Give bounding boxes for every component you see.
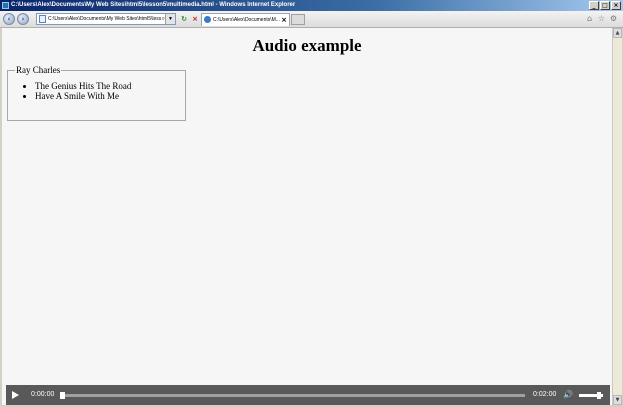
volume-icon[interactable]: 🔊 [563, 390, 573, 400]
back-button[interactable]: ‹ [3, 13, 15, 25]
page-title: Audio example [252, 36, 362, 55]
maximize-button[interactable]: □ [600, 1, 610, 10]
seek-bar[interactable] [62, 394, 525, 397]
tab-close-icon[interactable]: × [281, 14, 287, 26]
address-dropdown-icon[interactable]: ▼ [165, 14, 175, 24]
minimize-button[interactable]: _ [589, 1, 599, 10]
song-item: Have A Smile With Me [35, 91, 185, 101]
favorites-icon[interactable]: ☆ [597, 14, 606, 23]
current-time: 0:00:00 [31, 391, 55, 398]
refresh-icon[interactable]: ↻ [179, 14, 189, 24]
close-window-button[interactable]: × [611, 1, 621, 10]
tab-multimedia[interactable]: C:\Users\Alex\Documents\M... × [201, 13, 290, 26]
ie-tab-icon [204, 16, 211, 23]
address-url[interactable]: C:\Users\Alex\Documents\My Web Sites\htm… [48, 14, 163, 24]
audio-player: 0:00:00 0:02:00 🔊 [6, 385, 610, 405]
scroll-down-icon[interactable]: ▼ [613, 395, 622, 405]
scroll-up-icon[interactable]: ▲ [613, 28, 622, 38]
window-title: C:\Users\Alex\Documents\My Web Sites\htm… [11, 2, 296, 8]
play-icon[interactable] [12, 391, 19, 399]
artist-fieldset: Ray Charles The Genius Hits The Road Hav… [7, 65, 186, 121]
page-viewport: Audio example Ray Charles The Genius Hit… [2, 28, 612, 405]
artist-legend: Ray Charles [16, 65, 61, 75]
duration: 0:02:00 [533, 391, 557, 398]
forward-button[interactable]: › [17, 13, 29, 25]
song-list: The Genius Hits The Road Have A Smile Wi… [8, 81, 185, 101]
page-icon [39, 15, 46, 23]
browser-toolbar: ‹ › C:\Users\Alex\Documents\My Web Sites… [0, 11, 623, 28]
vertical-scrollbar[interactable]: ▲ ▼ [612, 28, 622, 405]
window-titlebar: C:\Users\Alex\Documents\My Web Sites\htm… [0, 0, 623, 11]
ie-app-icon [2, 2, 9, 9]
tab-title: C:\Users\Alex\Documents\M... [213, 17, 280, 23]
stop-icon[interactable]: × [190, 14, 200, 24]
browser-icons: ⌂ ☆ ⚙ [585, 14, 618, 23]
new-tab-button[interactable] [291, 14, 305, 25]
seek-thumb[interactable] [60, 392, 65, 399]
tools-icon[interactable]: ⚙ [609, 14, 618, 23]
window-controls: _ □ × [589, 1, 621, 10]
song-item: The Genius Hits The Road [35, 81, 185, 91]
home-icon[interactable]: ⌂ [585, 14, 594, 23]
volume-thumb[interactable] [597, 392, 602, 399]
address-bar[interactable]: C:\Users\Alex\Documents\My Web Sites\htm… [36, 13, 176, 25]
